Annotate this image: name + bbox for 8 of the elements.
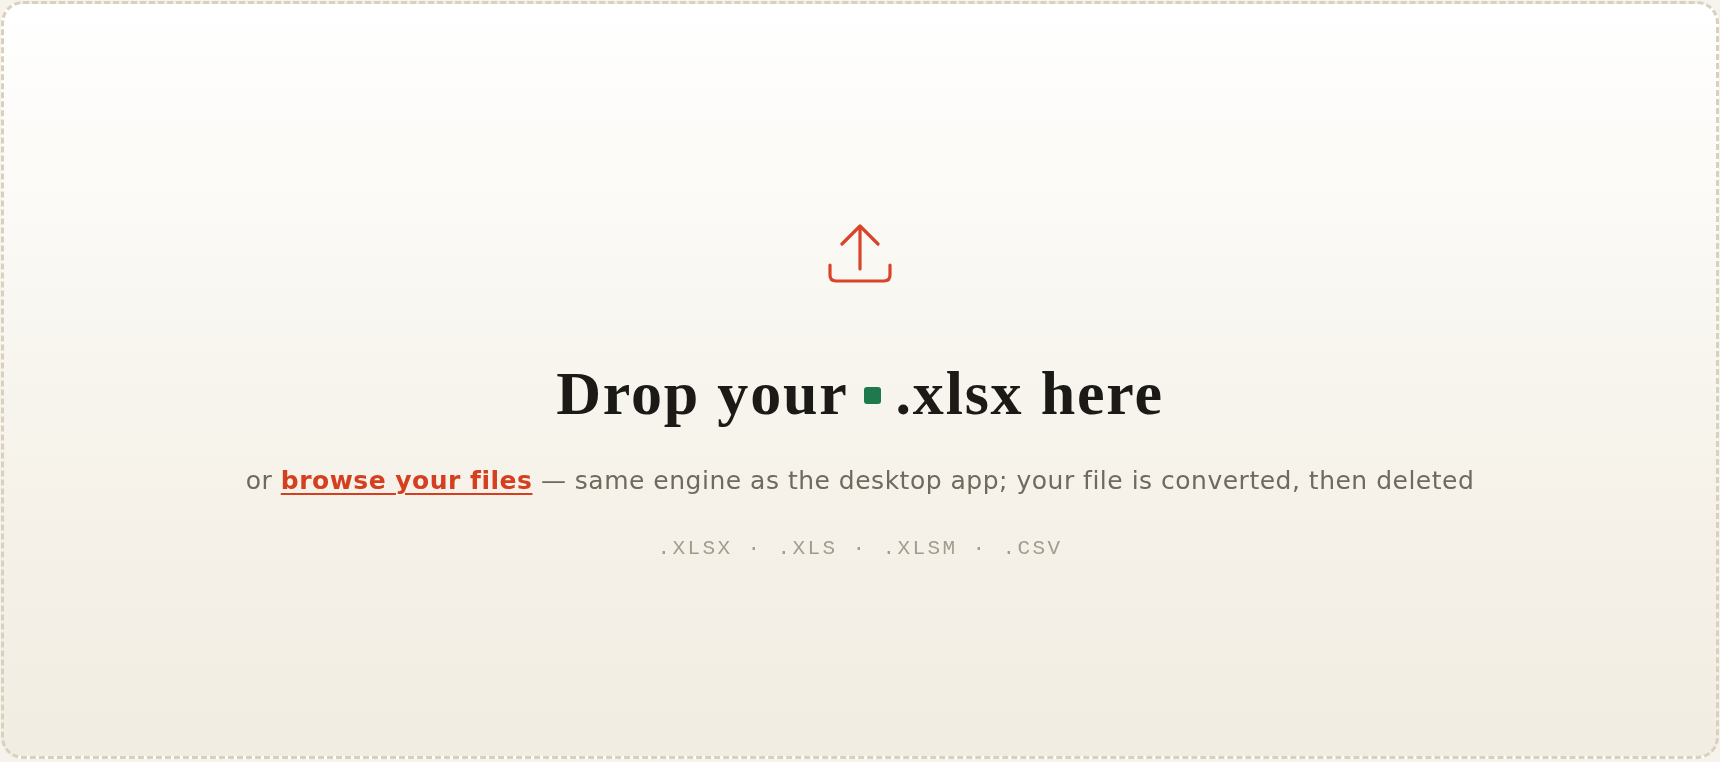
browse-link[interactable]: browse your files — [280, 466, 533, 495]
drop-zone[interactable]: Drop your .xlsx here or browse your files — same engine as the desktop app; your file is converted, then deleted .XLSX · .XLS · .XLSM · .CSV — [1, 1, 1719, 759]
upload-icon — [828, 223, 892, 283]
heading-text: Drop your — [556, 358, 849, 429]
upload-hint: or browse your files — same engine as the desktop app; your file is converted, then deleted — [245, 465, 1475, 497]
file-formats: .XLSX · .XLS · .XLSM · .CSV — [657, 536, 1063, 562]
heading-text: .xlsx here — [895, 358, 1164, 429]
square-icon — [863, 386, 881, 404]
